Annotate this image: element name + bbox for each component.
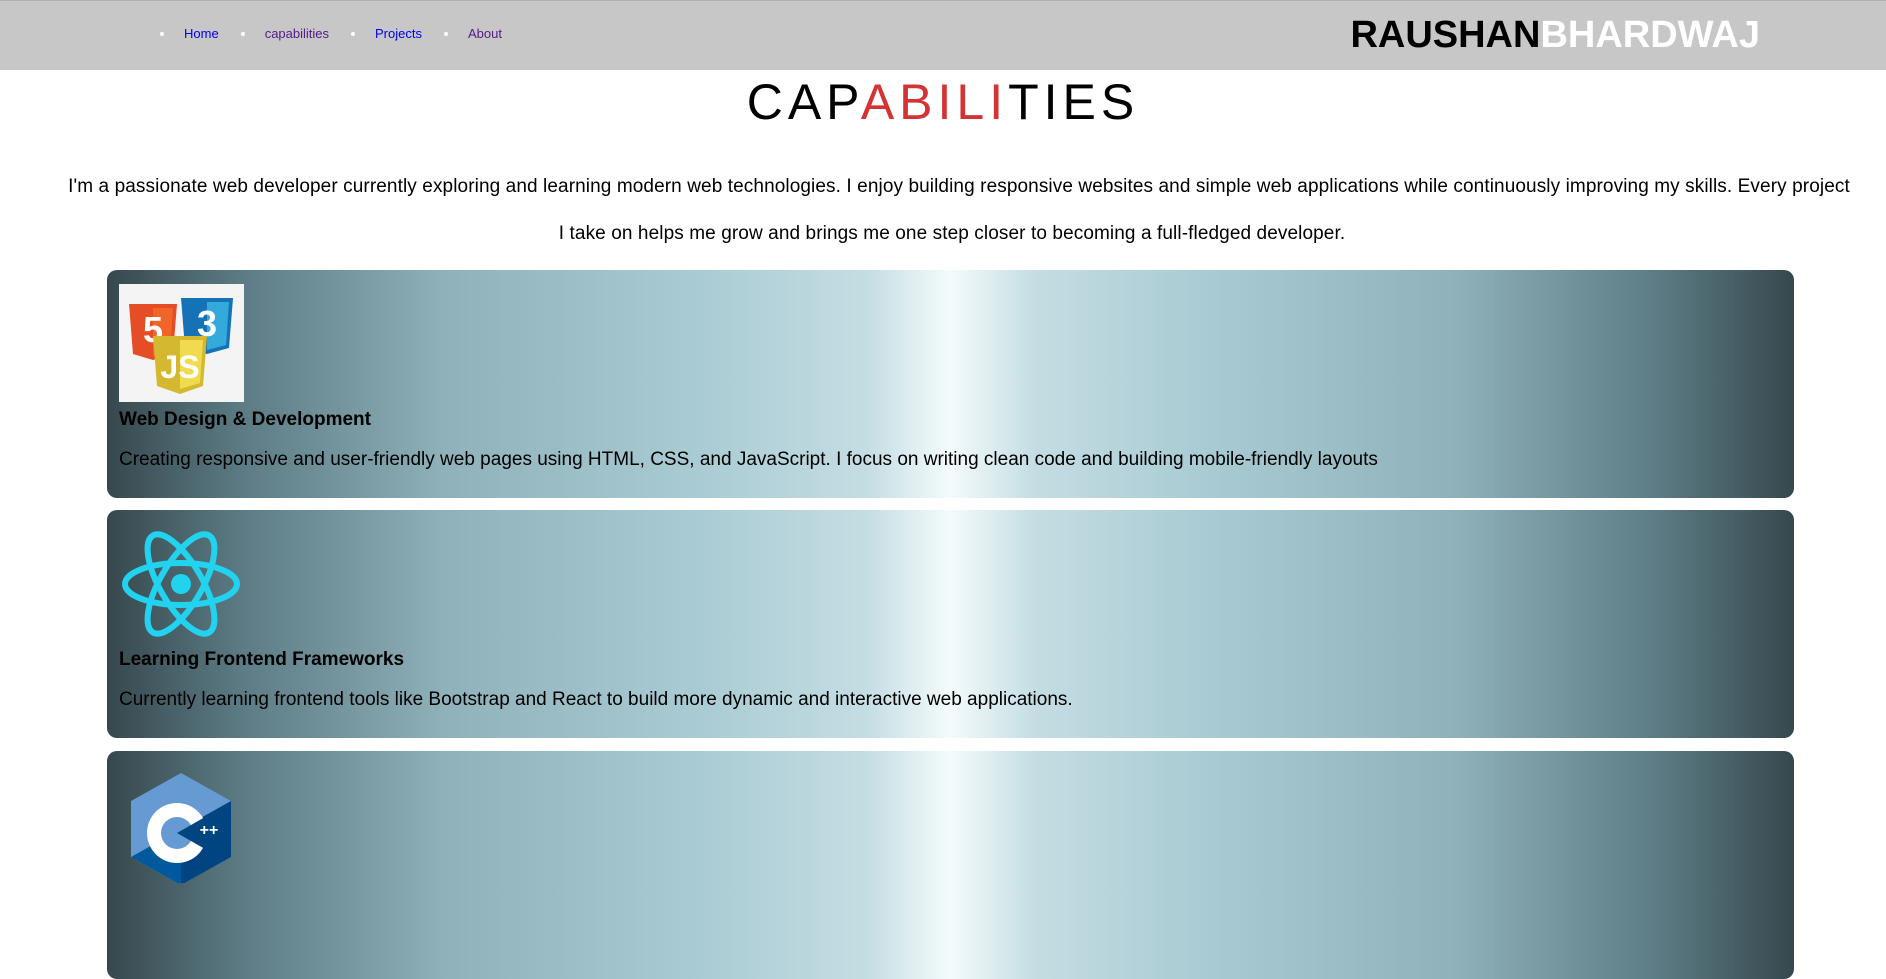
- card-description: Currently learning frontend tools like B…: [119, 689, 1073, 710]
- nav-link-home[interactable]: Home: [184, 26, 219, 41]
- nav-item-home: Home: [160, 26, 219, 41]
- nav-link-projects[interactable]: Projects: [375, 26, 422, 41]
- nav-link-about[interactable]: About: [468, 26, 502, 41]
- main-nav: Home capabilities Projects About: [160, 26, 524, 41]
- react-icon: [122, 531, 240, 637]
- page-title: CAPABILITIES: [0, 74, 1886, 130]
- nav-bullet-icon: [351, 31, 356, 36]
- nav-bullet-icon: [443, 31, 448, 36]
- page-title-part1: CAP: [746, 74, 861, 130]
- html-css-js-icon: 5 3 JS: [119, 284, 244, 402]
- svg-text:++: ++: [200, 822, 219, 839]
- cpp-icon: ++: [131, 773, 231, 883]
- page-title-part3: TIES: [1008, 74, 1140, 130]
- capability-card-web-design: 5 3 JS Web Design & Development Creating…: [107, 270, 1794, 498]
- brand-logo: RAUSHANBHARDWAJ: [1350, 15, 1760, 55]
- intro-line-1: I'm a passionate web developer currently…: [68, 176, 1850, 197]
- card-description: Creating responsive and user-friendly we…: [119, 449, 1378, 470]
- nav-item-about: About: [443, 26, 502, 41]
- nav-bullet-icon: [240, 31, 245, 36]
- nav-item-projects: Projects: [351, 26, 422, 41]
- brand-first-name: RAUSHAN: [1350, 14, 1541, 56]
- nav-item-capabilities: capabilities: [240, 26, 329, 41]
- intro-paragraph: I'm a passionate web developer currently…: [14, 163, 1886, 257]
- card-title: Learning Frontend Frameworks: [119, 649, 405, 670]
- capability-card-cpp: ++: [107, 751, 1794, 979]
- brand-last-name: BHARDWAJ: [1540, 14, 1760, 56]
- header-bar: Home capabilities Projects About RAUSHAN…: [0, 0, 1886, 70]
- nav-link-capabilities[interactable]: capabilities: [265, 26, 329, 41]
- svg-text:JS: JS: [160, 349, 199, 385]
- capability-card-frontend-frameworks: Learning Frontend Frameworks Currently l…: [107, 510, 1794, 738]
- intro-line-2: I take on helps me grow and brings me on…: [558, 223, 1346, 244]
- page-title-accent: ABILI: [860, 74, 1009, 130]
- card-title: Web Design & Development: [119, 409, 371, 430]
- nav-bullet-icon: [160, 31, 164, 36]
